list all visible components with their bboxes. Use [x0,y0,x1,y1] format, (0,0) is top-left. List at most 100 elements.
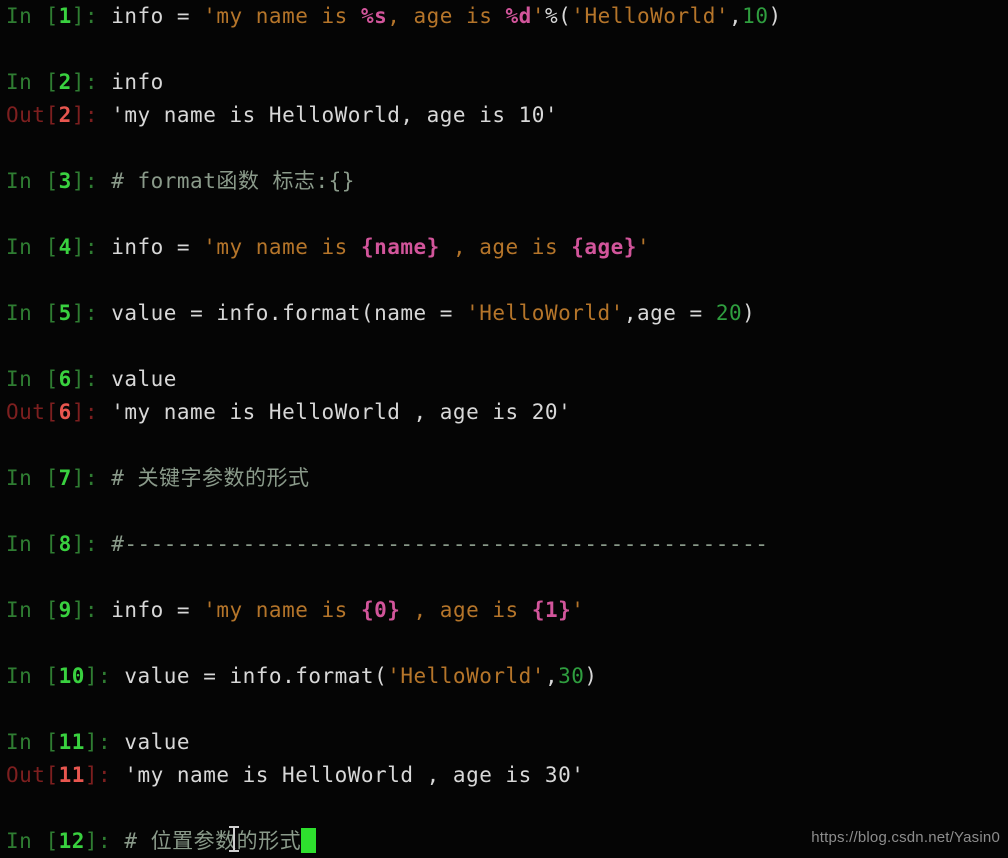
prompt-bracket-close: ] [71,532,85,556]
code-text: value = info.format(name = 'HelloWorld',… [111,301,755,325]
token-str: 'HelloWorld' [466,301,624,325]
token-op: = [176,4,204,28]
console-input-line[interactable]: In [11]: value [0,726,1008,759]
in-prompt-number: 2 [58,70,72,94]
token-str: ' [636,235,651,259]
token-plain: info.format(name [216,301,440,325]
code-text: value [111,367,177,391]
code-text: info = 'my name is %s, age is %d'%('Hell… [111,4,781,28]
result-text: 'my name is HelloWorld, age is 10' [111,103,558,127]
prompt-bracket-open: [ [45,532,59,556]
token-plain: value [124,730,191,754]
in-prompt-number: 10 [58,664,85,688]
code-text: # 位置参数的形式 [124,829,301,853]
token-str: , age is [387,4,506,28]
token-comment: #---------------------------------------… [111,532,769,556]
console-input-line[interactable]: In [8]: #-------------------------------… [0,528,1008,561]
token-out: 'my name is HelloWorld, age is 10' [111,103,559,127]
in-prompt-number: 3 [58,169,72,193]
console-input-line[interactable]: In [9]: info = 'my name is {0} , age is … [0,594,1008,627]
result-text: 'my name is HelloWorld , age is 30' [124,763,584,787]
prompt-bracket-close: ] [71,169,85,193]
token-plain: , [729,4,743,28]
ipython-console[interactable]: In [1]: info = 'my name is %s, age is %d… [0,0,1008,855]
console-input-line[interactable]: In [3]: # format函数 标志:{} [0,165,1008,198]
console-input-line[interactable]: In [2]: info [0,66,1008,99]
out-prompt-label: Out [6,400,46,424]
prompt-bracket-open: [ [45,466,59,490]
prompt-bracket-open: [ [45,235,59,259]
prompt-colon: : [84,400,112,424]
prompt-colon: : [84,367,112,391]
prompt-colon: : [84,4,112,28]
console-input-line[interactable]: In [4]: info = 'my name is {name} , age … [0,231,1008,264]
token-op: % [544,4,559,28]
in-prompt-label: In [6,598,46,622]
token-op: = [689,301,716,325]
in-prompt-number: 11 [58,730,85,754]
console-output-area: In [1]: info = 'my name is %s, age is %d… [0,0,1008,858]
in-prompt-label: In [6,532,46,556]
prompt-colon: : [84,70,112,94]
code-text: # format函数 标志:{} [111,169,355,193]
prompt-bracket-close: ] [71,4,85,28]
token-num: 10 [742,4,769,28]
prompt-bracket-open: [ [45,598,59,622]
token-fmt: %d [505,4,532,28]
token-out: 'my name is HelloWorld , age is 30' [124,763,585,787]
prompt-bracket-open: [ [45,730,59,754]
out-prompt-label: Out [6,763,46,787]
console-input-line[interactable]: In [7]: # 关键字参数的形式 [0,462,1008,495]
in-prompt-label: In [6,70,46,94]
prompt-colon: : [98,730,125,754]
prompt-colon: : [84,598,112,622]
in-prompt-label: In [6,664,46,688]
token-num: 30 [558,664,585,688]
token-str: , age is [439,235,572,259]
token-comment: # format函数 标志:{} [111,169,355,193]
token-fmt: {1} [531,598,572,622]
console-input-line[interactable]: In [6]: value [0,363,1008,396]
in-prompt-number: 6 [58,367,72,391]
prompt-bracket-open: [ [45,400,59,424]
token-plain: info.format( [229,664,388,688]
token-num: 20 [715,301,743,325]
code-text: value [124,730,190,754]
prompt-bracket-close: ] [71,301,85,325]
prompt-bracket-open: [ [45,4,59,28]
in-prompt-number: 8 [58,532,72,556]
token-plain: ,age [623,301,690,325]
token-comment: # 关键字参数的形式 [111,466,310,490]
out-prompt-number: 11 [58,763,85,787]
token-fmt: {name} [360,235,440,259]
token-op: = [190,301,217,325]
in-prompt-number: 5 [58,301,72,325]
prompt-colon: : [84,301,112,325]
in-prompt-number: 4 [58,235,72,259]
prompt-bracket-open: [ [45,169,59,193]
prompt-bracket-close: ] [84,664,99,688]
token-str: 'HelloWorld' [387,664,545,688]
in-prompt-label: In [6,367,46,391]
token-plain: ) [742,301,756,325]
prompt-bracket-close: ] [71,70,85,94]
prompt-bracket-close: ] [71,466,85,490]
token-plain: info [111,4,177,28]
console-input-line[interactable]: In [10]: value = info.format('HelloWorld… [0,660,1008,693]
console-input-line[interactable]: In [1]: info = 'my name is %s, age is %d… [0,0,1008,33]
token-str: 'my name is [203,235,361,259]
token-plain: info [111,235,177,259]
out-prompt-label: Out [6,103,46,127]
prompt-bracket-open: [ [45,301,59,325]
prompt-colon: : [98,664,125,688]
token-plain: ( [558,4,572,28]
console-input-line[interactable]: In [5]: value = info.format(name = 'Hell… [0,297,1008,330]
out-prompt-number: 2 [58,103,72,127]
prompt-bracket-open: [ [45,763,59,787]
code-text: # 关键字参数的形式 [111,466,309,490]
